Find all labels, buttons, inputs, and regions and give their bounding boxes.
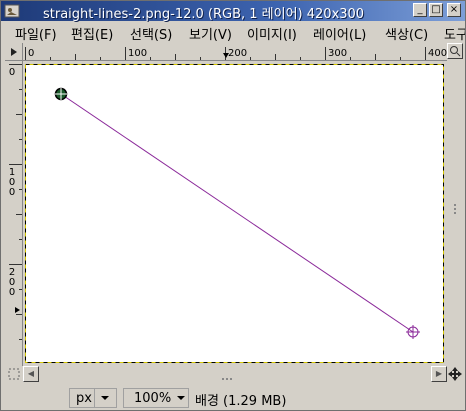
unit-selector[interactable]: px [69,388,117,408]
close-button[interactable]: × [447,3,461,17]
hruler-label-100: 100 [128,48,147,59]
zoom-selector[interactable]: 100% [123,388,189,408]
chevron-down-icon [101,396,109,400]
chevron-down-icon [177,396,185,400]
hruler-label-0: 0 [28,48,34,59]
window-title: straight-lines-2.png-12.0 (RGB, 1 레이어) 4… [43,7,365,22]
vertical-ruler[interactable]: 0 100 200 [5,61,23,366]
status-bar: px 100% 배경 (1.29 MB) [1,384,465,410]
minimize-button[interactable]: _ [413,3,427,17]
menu-image[interactable]: 이미지(I) [247,24,297,43]
menu-tools[interactable]: 도구 [444,24,465,43]
arrow-right-icon [11,48,17,56]
zoom-to-fit-button[interactable] [447,43,463,59]
pointer-position-marker-v [15,307,20,313]
title-bar[interactable]: straight-lines-2.png-12.0 (RGB, 1 레이어) 4… [1,1,465,22]
hruler-label-300: 300 [328,48,347,59]
zoom-value: 100% [134,391,172,406]
image-background [25,64,444,363]
horizontal-ruler[interactable]: 0 100 200 300 400 [23,43,447,61]
menu-select[interactable]: 선택(S) [130,24,172,43]
image-canvas[interactable] [23,61,447,366]
menu-bar: 파일(F) 편집(E) 선택(S) 보기(V) 이미지(I) 레이어(L) 색상… [1,21,465,43]
vruler-label-100: 100 [9,167,15,198]
menu-file[interactable]: 파일(F) [15,24,57,43]
vertical-ruler-ticks: 0 100 200 [9,64,22,340]
hruler-label-200: 200 [228,48,247,59]
image-window: straight-lines-2.png-12.0 (RGB, 1 레이어) 4… [0,0,466,411]
hruler-label-400: 400 [428,48,447,59]
menu-view[interactable]: 보기(V) [189,24,232,43]
ruler-corner-menu-button[interactable] [5,43,23,61]
unit-value: px [76,391,92,406]
vruler-label-0: 0 [9,67,15,78]
zoom-icon [450,46,461,57]
navigate-icon[interactable] [447,366,463,382]
vertical-scrollbar[interactable] [447,43,463,366]
menu-edit[interactable]: 편집(E) [71,24,113,43]
menu-colors[interactable]: 색상(C) [385,24,428,43]
maximize-button[interactable]: □ [429,3,443,17]
gimp-app-icon [4,4,20,18]
horizontal-ruler-ticks: 0 100 200 300 400 [25,47,447,60]
quick-mask-toggle-icon[interactable] [5,366,23,382]
vscroll-grip-icon[interactable] [452,201,458,217]
path-anchor-start-icon[interactable] [54,87,68,101]
status-info: 배경 (1.29 MB) [195,394,287,409]
hscroll-grip-icon[interactable] [219,371,235,380]
vruler-label-200: 200 [9,267,15,298]
canvas-area[interactable] [23,61,447,366]
menu-layer[interactable]: 레이어(L) [313,24,366,43]
horizontal-scrollbar[interactable]: ◀ ▶ [23,366,447,382]
scroll-left-button[interactable]: ◀ [23,366,39,382]
scroll-right-button[interactable]: ▶ [431,366,447,382]
